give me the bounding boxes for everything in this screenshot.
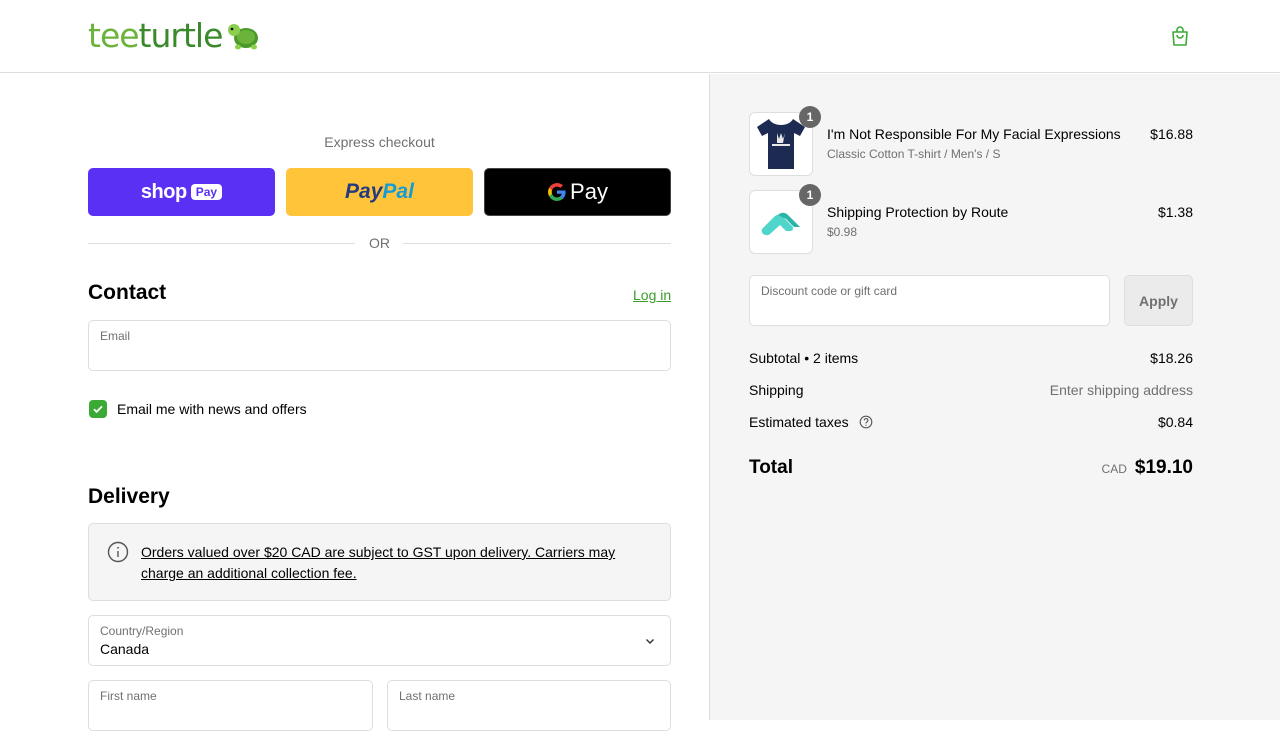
item-title: I'm Not Responsible For My Facial Expres… — [827, 126, 1121, 142]
line-item: 1 Shipping Protection by Route $0.98 $1.… — [749, 184, 1193, 254]
item-title: Shipping Protection by Route — [827, 204, 1009, 220]
item-variant: Classic Cotton T-shirt / Men's / S — [827, 147, 1001, 161]
shopping-bag-icon[interactable] — [1168, 24, 1192, 48]
logo-wordmark: teeturtle — [88, 16, 223, 55]
teeturtle-logo[interactable]: teeturtle — [88, 18, 262, 54]
delivery-heading: Delivery — [88, 485, 170, 508]
quantity-badge: 1 — [799, 106, 821, 128]
shipping-value: Enter shipping address — [1049, 382, 1193, 398]
email-label: Email — [100, 329, 131, 343]
discount-label: Discount code or gift card — [761, 284, 898, 298]
gst-notice: Orders valued over $20 CAD are subject t… — [88, 523, 671, 601]
google-pay-logo: Pay — [547, 179, 608, 205]
email-field[interactable]: Email — [88, 320, 671, 371]
shop-pay-label: shop — [140, 180, 187, 203]
shipping-row: Shipping Enter shipping address — [749, 382, 1193, 398]
item-price: $1.38 — [1157, 204, 1193, 220]
last-name-field[interactable]: Last name — [387, 680, 671, 731]
express-checkout-title: Express checkout — [324, 134, 435, 150]
login-link[interactable]: Log in — [633, 287, 671, 303]
taxes-label: Estimated taxes — [749, 414, 849, 430]
line-item: 1 I'm Not Responsible For My Facial Expr… — [749, 106, 1193, 176]
taxes-value: $0.84 — [1157, 414, 1193, 430]
discount-code-field[interactable]: Discount code or gift card — [749, 275, 1110, 326]
google-pay-button[interactable]: Pay — [484, 168, 671, 216]
taxes-row: Estimated taxes $0.84 — [749, 414, 1193, 430]
product-thumbnail: 1 — [749, 106, 821, 176]
newsletter-label: Email me with news and offers — [117, 401, 307, 417]
item-variant: $0.98 — [827, 225, 858, 239]
turtle-mascot-icon — [228, 24, 259, 50]
google-g-icon — [548, 183, 566, 201]
paypal-button[interactable]: PayPal — [286, 168, 473, 216]
country-select[interactable]: Country/Region Canada — [88, 615, 671, 666]
gst-notice-text[interactable]: Orders valued over $20 CAD are subject t… — [141, 542, 641, 584]
currency-code: CAD — [1101, 462, 1127, 476]
apply-discount-button[interactable]: Apply — [1124, 275, 1193, 326]
checkout-form: Express checkout shop Pay PayPal Pay OR … — [0, 74, 709, 731]
subtotal-label: Subtotal • 2 items — [749, 350, 859, 366]
info-icon — [107, 541, 129, 563]
chevron-down-icon — [646, 639, 654, 644]
shop-pay-button[interactable]: shop Pay — [88, 168, 275, 216]
total-label: Total — [749, 457, 793, 478]
quantity-badge: 1 — [799, 184, 821, 206]
last-name-label: Last name — [399, 689, 456, 703]
paypal-logo: PayPal — [345, 180, 414, 203]
checkmark-icon — [93, 405, 103, 414]
order-summary: 1 I'm Not Responsible For My Facial Expr… — [709, 74, 1280, 720]
subtotal-row: Subtotal • 2 items $18.26 — [749, 350, 1193, 366]
product-thumbnail: 1 — [749, 184, 821, 254]
newsletter-checkbox[interactable] — [89, 400, 107, 418]
first-name-label: First name — [100, 689, 157, 703]
shop-pay-tag: Pay — [190, 184, 223, 200]
shipping-label: Shipping — [749, 382, 804, 398]
country-label: Country/Region — [100, 624, 184, 638]
total-row: Total CAD $19.10 — [749, 457, 1193, 479]
site-header: teeturtle — [0, 0, 1280, 73]
item-price: $16.88 — [1150, 126, 1193, 142]
question-circle-icon[interactable] — [859, 415, 873, 429]
contact-heading: Contact — [88, 281, 167, 304]
subtotal-value: $18.26 — [1150, 350, 1193, 366]
first-name-field[interactable]: First name — [88, 680, 373, 731]
total-value: $19.10 — [1134, 457, 1193, 478]
or-divider: OR — [88, 234, 671, 252]
country-value: Canada — [100, 641, 150, 657]
